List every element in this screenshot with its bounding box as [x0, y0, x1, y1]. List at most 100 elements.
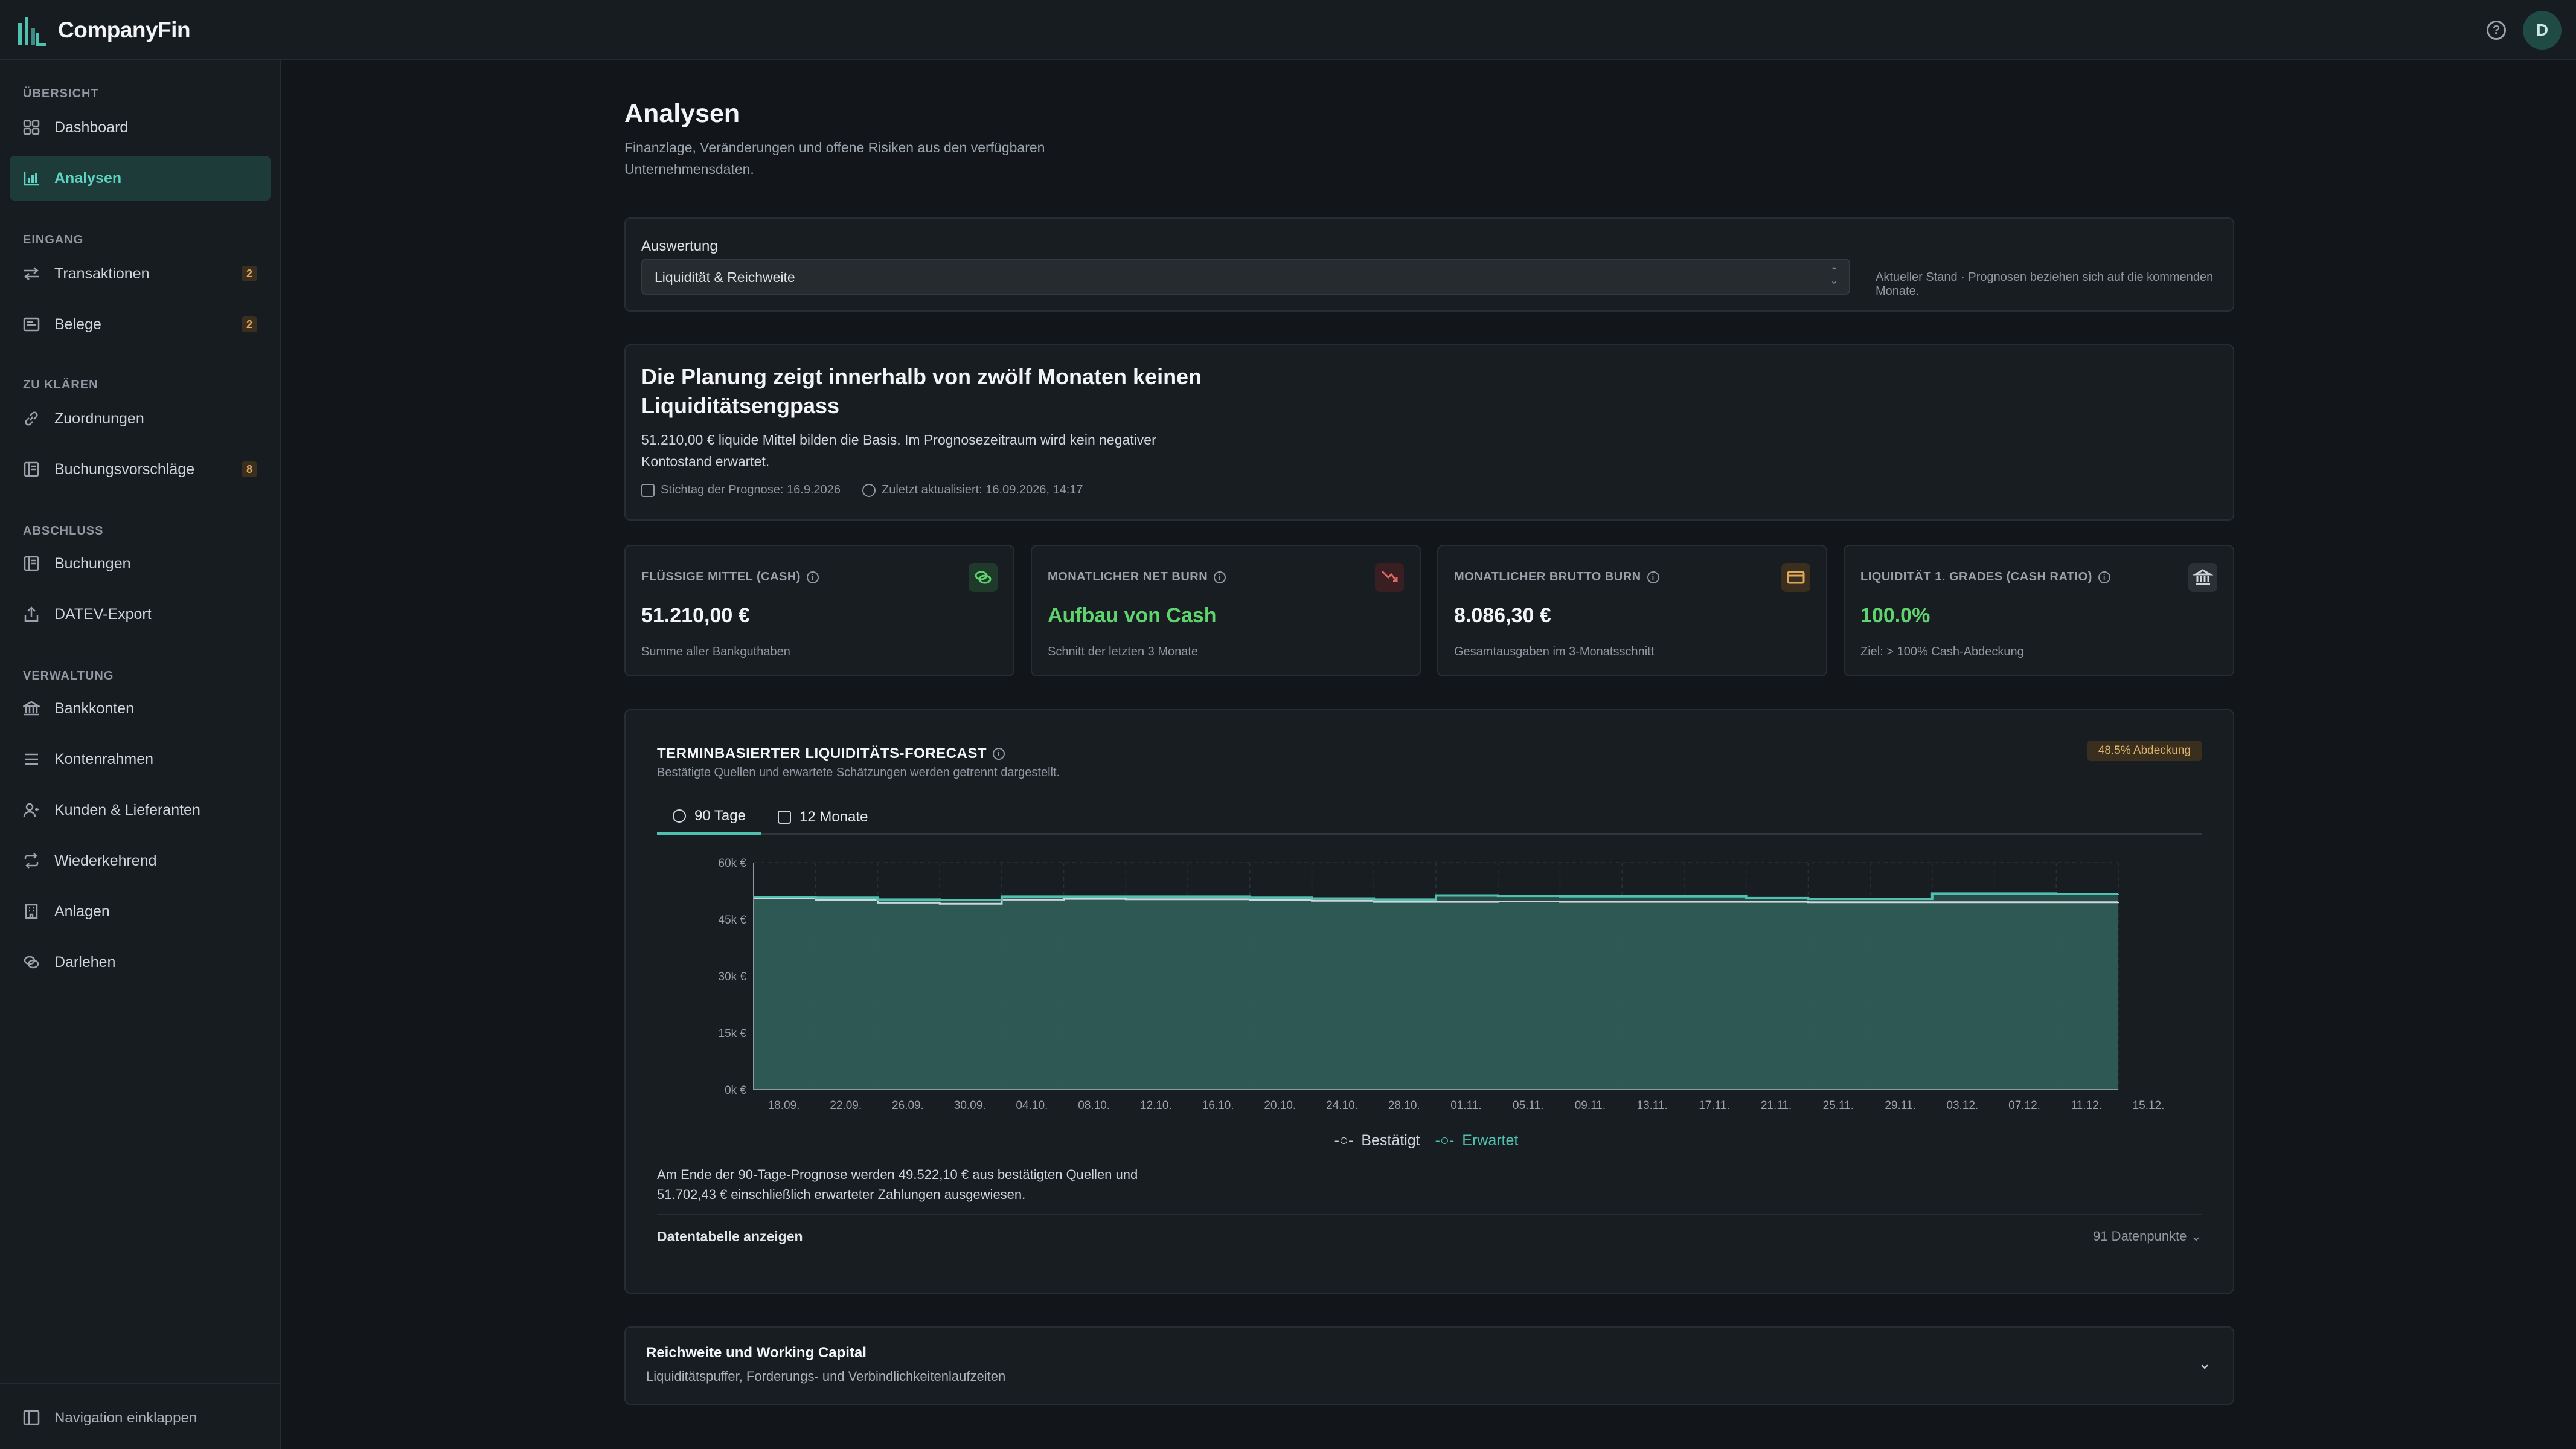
y-tick-label: 60k €	[719, 857, 747, 870]
page-subtitle: Finanzlage, Veränderungen und offene Ris…	[624, 140, 1045, 177]
last-updated: Zuletzt aktualisiert: 16.09.2026, 14:17	[882, 483, 1083, 496]
tab-12-months[interactable]: 12 Monate	[778, 800, 899, 835]
x-tick-label: 16.10.	[1202, 1099, 1234, 1112]
forecast-subtitle: Bestätigte Quellen und erwartete Schätzu…	[657, 766, 1060, 779]
chart-legend: -○- Bestätigt -○- Erwartet	[626, 1132, 2231, 1149]
x-tick-label: 18.09.	[768, 1099, 800, 1112]
kpi-label: FLÜSSIGE MITTEL (CASH) i	[641, 570, 819, 584]
grid-icon	[23, 120, 40, 135]
x-tick-label: 24.10.	[1326, 1099, 1358, 1112]
users-icon	[23, 803, 39, 817]
sidebar-item-buchungsvorschlaege[interactable]: Buchungsvorschläge 8	[10, 447, 271, 492]
tab-90-days[interactable]: 90 Tage	[657, 800, 761, 835]
sidebar-item-bankkonten[interactable]: Bankkonten	[10, 686, 271, 731]
sidebar-item-label: Kontenrahmen	[54, 750, 154, 768]
kpi-subtext: Schnitt der letzten 3 Monate	[1048, 645, 1199, 658]
page-title: Analysen	[624, 99, 740, 128]
app-logo[interactable]: CompanyFin	[17, 14, 191, 46]
kpi-card-cash: FLÜSSIGE MITTEL (CASH) i 51.210,00 € Summ…	[624, 545, 1014, 676]
info-icon[interactable]: i	[2098, 571, 2110, 583]
accordion-subtitle: Liquiditätspuffer, Forderungs- und Verbi…	[646, 1369, 1006, 1384]
forecast-summary-text: Am Ende der 90-Tage-Prognose werden 49.5…	[657, 1167, 1138, 1202]
legend-confirmed[interactable]: -○- Bestätigt	[1334, 1132, 1424, 1149]
sidebar-item-label: Anlagen	[54, 902, 110, 920]
kpi-value: 8.086,30 €	[1454, 604, 1551, 627]
summary-meta: Stichtag der Prognose: 16.9.2026 Zuletzt…	[641, 483, 1083, 497]
info-icon[interactable]: i	[993, 748, 1005, 760]
kpi-label: LIQUIDITÄT 1. GRADES (CASH RATIO) i	[1860, 570, 2110, 584]
sidebar-item-label: Buchungsvorschläge	[54, 460, 195, 478]
kpi-value: 51.210,00 €	[641, 604, 750, 627]
nav-section-overview: ÜBERSICHT	[23, 87, 99, 100]
x-tick-label: 17.11.	[1699, 1099, 1729, 1112]
avatar[interactable]: D	[2523, 11, 2562, 50]
bank-icon	[2188, 563, 2217, 592]
info-icon[interactable]: i	[1214, 571, 1226, 583]
legend-expected[interactable]: -○- Erwartet	[1435, 1132, 1522, 1149]
x-tick-label: 09.11.	[1575, 1099, 1606, 1112]
sidebar-item-wiederkehrend[interactable]: Wiederkehrend	[10, 838, 271, 883]
sidebar-item-belege[interactable]: Belege 2	[10, 302, 271, 347]
collapse-navigation-button[interactable]: Navigation einklappen	[0, 1383, 281, 1449]
sidebar-toggle-icon	[23, 1410, 40, 1425]
sidebar-item-darlehen[interactable]: Darlehen	[10, 940, 271, 985]
coins-icon	[969, 563, 998, 592]
nav-section-to-clarify: ZU KLÄREN	[23, 378, 98, 391]
forecast-card: TERMINBASIERTER LIQUIDITÄTS-FORECAST i Be…	[624, 709, 2234, 1294]
bank-icon	[23, 701, 40, 716]
sidebar-item-zuordnungen[interactable]: Zuordnungen	[10, 396, 271, 441]
series-area-bestaetigt	[754, 898, 2118, 1090]
sidebar-item-buchungen[interactable]: Buchungen	[10, 541, 271, 586]
coins-icon	[24, 956, 39, 969]
sidebar-item-kontenrahmen[interactable]: Kontenrahmen	[10, 737, 271, 782]
chevron-down-icon: ⌄	[2198, 1354, 2211, 1372]
bar-chart-icon	[24, 172, 39, 186]
count-badge: 2	[242, 316, 257, 332]
working-capital-accordion[interactable]: Reichweite und Working Capital Liquiditä…	[624, 1326, 2234, 1405]
x-tick-label: 01.11.	[1450, 1099, 1481, 1112]
sidebar: ÜBERSICHT Dashboard Analysen EINGANG Tra…	[0, 60, 281, 1449]
sidebar-item-label: Buchungen	[54, 554, 131, 572]
ledger-icon	[24, 461, 39, 477]
coverage-badge: 48.5% Abdeckung	[2087, 741, 2202, 761]
kpi-value: 100.0%	[1860, 604, 1930, 627]
x-tick-label: 15.12.	[2133, 1099, 2165, 1112]
kpi-label: MONATLICHER NET BURN i	[1048, 570, 1226, 584]
sidebar-item-anlagen[interactable]: Anlagen	[10, 889, 271, 934]
x-axis-ticks: 18.09. 22.09. 26.09. 30.09. 04.10. 08.10. 12.1…	[768, 1099, 2165, 1112]
book-icon	[24, 556, 39, 571]
link-icon	[25, 411, 38, 426]
clock-icon	[862, 483, 876, 497]
evaluation-select-value: Liquidität & Reichweite	[655, 269, 795, 285]
sidebar-item-label: Darlehen	[54, 953, 116, 971]
sidebar-item-label: DATEV-Export	[54, 605, 152, 623]
count-badge: 2	[242, 266, 257, 281]
divider	[657, 1214, 2202, 1215]
data-points-count[interactable]: 91 Datenpunkte ⌄	[2093, 1229, 2202, 1244]
nav-section-closing: ABSCHLUSS	[23, 524, 104, 538]
evaluation-card: Auswertung Liquidität & Reichweite ⌃ ⌄ Ak…	[624, 217, 2234, 312]
x-tick-label: 29.11.	[1885, 1099, 1915, 1112]
sidebar-item-label: Transaktionen	[54, 265, 150, 282]
top-bar: CompanyFin ? D	[0, 0, 2576, 60]
chevron-down-icon: ⌄	[2190, 1229, 2202, 1244]
help-icon[interactable]: ?	[2487, 21, 2506, 40]
liquidity-forecast-chart: 0k € 15k € 30k € 45k € 60k € 18.09. 22.09. 26.…	[719, 857, 2165, 1112]
sidebar-item-label: Zuordnungen	[54, 410, 144, 427]
sidebar-item-kunden-lieferanten[interactable]: Kunden & Lieferanten	[10, 788, 271, 832]
evaluation-select[interactable]: Liquidität & Reichweite ⌃ ⌄	[641, 259, 1850, 295]
reference-date: Stichtag der Prognose: 16.9.2026	[661, 483, 841, 496]
nav-section-admin: VERWALTUNG	[23, 669, 114, 683]
sidebar-item-analysen[interactable]: Analysen	[10, 156, 271, 201]
info-icon[interactable]: i	[806, 571, 819, 583]
sidebar-item-datev-export[interactable]: DATEV-Export	[10, 592, 271, 637]
forecast-title: TERMINBASIERTER LIQUIDITÄTS-FORECAST i	[657, 745, 1005, 762]
accordion-title: Reichweite und Working Capital	[646, 1345, 867, 1361]
sidebar-item-dashboard[interactable]: Dashboard	[10, 105, 271, 150]
show-data-table-button[interactable]: Datentabelle anzeigen	[657, 1229, 803, 1245]
x-tick-label: 20.10.	[1264, 1099, 1296, 1112]
sidebar-item-label: Analysen	[54, 169, 122, 187]
x-tick-label: 13.11.	[1636, 1099, 1667, 1112]
sidebar-item-transaktionen[interactable]: Transaktionen 2	[10, 251, 271, 296]
info-icon[interactable]: i	[1647, 571, 1659, 583]
